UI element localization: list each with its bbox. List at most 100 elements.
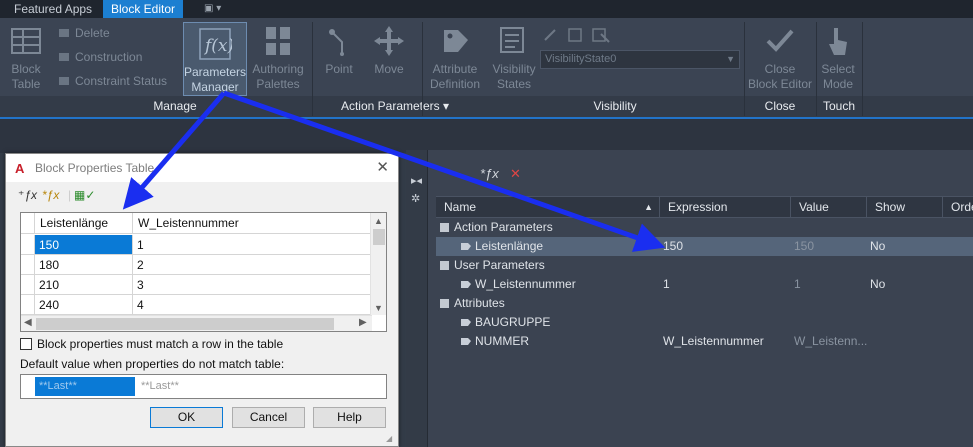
- parameter-row[interactable]: BAUGRUPPE: [436, 313, 973, 332]
- new-user-parameter-icon[interactable]: *ƒx: [480, 166, 499, 181]
- grid-cell[interactable]: 150: [35, 235, 133, 255]
- ok-button[interactable]: OK: [150, 407, 223, 428]
- grid-horizontal-scrollbar[interactable]: ◀ ▶: [21, 315, 372, 331]
- grid-cell[interactable]: 210: [35, 275, 133, 295]
- column-header-name[interactable]: Name ▲: [436, 197, 660, 217]
- pin-icon[interactable]: ▸◂: [411, 174, 422, 187]
- parameter-expression[interactable]: 1: [663, 275, 670, 294]
- add-properties-icon[interactable]: ⁺ƒx: [18, 188, 37, 202]
- cancel-button[interactable]: Cancel: [232, 407, 305, 428]
- move-action-button[interactable]: Move: [368, 20, 410, 96]
- grid-cell[interactable]: 2: [133, 255, 372, 275]
- move-action-icon: [374, 26, 404, 56]
- collapse-minus-icon[interactable]: [440, 299, 449, 308]
- parameter-group-row[interactable]: Action Parameters: [436, 218, 973, 237]
- must-match-label: Block properties must match a row in the…: [37, 337, 284, 351]
- function-fx-icon: f(x): [199, 28, 232, 60]
- select-mode-button[interactable]: Select Mode: [818, 20, 858, 96]
- grid-cell[interactable]: 1: [133, 235, 372, 255]
- collapse-minus-icon[interactable]: [440, 261, 449, 270]
- block-properties-table-dialog: A Block Properties Table ✕ ⁺ƒx *ƒx | ▦✓ …: [5, 153, 399, 447]
- visibility-state-select[interactable]: VisibilityState0 ▼: [540, 50, 740, 69]
- dialog-title: Block Properties Table: [35, 161, 155, 175]
- resize-grip-icon[interactable]: ◢: [386, 434, 396, 444]
- delete-parameter-icon[interactable]: ✕: [510, 166, 521, 182]
- grid-cell[interactable]: 4: [133, 295, 372, 315]
- constraint-status-icon: [59, 77, 69, 85]
- grid-row-header[interactable]: [21, 275, 35, 295]
- parameter-expression[interactable]: W_Leistennummer: [663, 332, 764, 351]
- parameter-row[interactable]: W_Leistennummer 1 1 No: [436, 275, 973, 294]
- help-button[interactable]: Help: [313, 407, 386, 428]
- parameter-group-row[interactable]: User Parameters: [436, 256, 973, 275]
- properties-grid: Leistenlänge W_Leistennummer 150 1 180 2 210…: [20, 212, 387, 332]
- checkbox-box[interactable]: [20, 338, 32, 350]
- block-table-button[interactable]: Block Table: [4, 20, 48, 96]
- grid-vertical-scrollbar[interactable]: ▲ ▼: [370, 213, 386, 315]
- delete-button[interactable]: Delete: [58, 24, 110, 42]
- parameter-group-row[interactable]: Attributes: [436, 294, 973, 313]
- delete-icon: [59, 29, 69, 37]
- attribute-tag-icon: [444, 30, 468, 52]
- parameter-show[interactable]: No: [870, 275, 885, 294]
- grid-row-header[interactable]: [21, 255, 35, 275]
- ribbon-tabstrip: Featured Apps Block Editor ▣ ▾: [0, 0, 973, 18]
- grid-row-header[interactable]: [21, 235, 35, 255]
- grid-cell[interactable]: 3: [133, 275, 372, 295]
- panel-divider: [744, 22, 745, 116]
- grid-row-header[interactable]: [21, 295, 35, 315]
- attribute-definition-button[interactable]: Attribute Definition: [426, 20, 484, 96]
- construction-button[interactable]: Construction: [58, 48, 142, 66]
- action-parameters-group-label[interactable]: Action Parameters ▾: [320, 98, 470, 114]
- parameters-manager-toolbar: *ƒx ✕: [428, 150, 973, 194]
- block-table-icon: [11, 28, 41, 54]
- close-block-editor-label: Close Block Editor: [747, 62, 813, 91]
- audit-table-icon[interactable]: ▦✓: [74, 188, 95, 202]
- parameter-row[interactable]: NUMMER W_Leistennummer W_Leistenn...: [436, 332, 973, 351]
- grid-header: Leistenlänge W_Leistennummer: [21, 213, 372, 234]
- grid-column-w-leistennummer[interactable]: W_Leistennummer: [133, 213, 372, 234]
- tab-workspace-dropdown[interactable]: ▣ ▾: [198, 0, 234, 18]
- authoring-palettes-label: Authoring Palettes: [252, 62, 304, 91]
- column-header-show[interactable]: Show: [867, 197, 943, 217]
- grid-cell[interactable]: 240: [35, 295, 133, 315]
- parameters-table-header: Name▲ Expression Value Show Orde: [436, 196, 973, 218]
- parameter-show[interactable]: No: [870, 237, 885, 256]
- linear-parameter-icon: [461, 243, 471, 250]
- close-group-label: Close: [764, 99, 796, 113]
- collapse-minus-icon[interactable]: [440, 223, 449, 232]
- grid-column-leistenlaenge[interactable]: Leistenlänge: [35, 213, 133, 234]
- tab-block-editor[interactable]: Block Editor: [103, 0, 184, 18]
- panel-divider: [862, 22, 863, 116]
- grid-cell[interactable]: 180: [35, 255, 133, 275]
- authoring-palettes-button[interactable]: Authoring Palettes: [250, 20, 306, 96]
- scroll-thumb[interactable]: [373, 229, 385, 245]
- scroll-thumb[interactable]: [36, 318, 334, 330]
- scroll-left-icon[interactable]: ◀: [24, 317, 32, 328]
- point-parameter-icon: [329, 29, 344, 56]
- default-value-cell[interactable]: **Last**: [35, 377, 135, 396]
- parameter-row[interactable]: Leistenlänge 150 150 No: [436, 237, 973, 256]
- column-header-value[interactable]: Value: [791, 197, 867, 217]
- point-parameter-button[interactable]: Point: [318, 20, 360, 96]
- constraint-status-label: Constraint Status: [75, 74, 168, 88]
- column-header-expression[interactable]: Expression: [660, 197, 791, 217]
- drawing-area-top: [0, 119, 973, 153]
- must-match-checkbox[interactable]: Block properties must match a row in the…: [20, 337, 283, 351]
- default-value-cell[interactable]: **Last**: [137, 377, 337, 396]
- checkmark-icon: [766, 29, 794, 52]
- parameter-expression[interactable]: 150: [663, 237, 683, 256]
- close-icon[interactable]: ✕: [376, 158, 389, 176]
- visibility-states-button[interactable]: Visibility States: [488, 20, 540, 96]
- parameters-manager-button[interactable]: f(x) Parameters Manager: [183, 22, 247, 96]
- constraint-status-button[interactable]: Constraint Status: [58, 72, 167, 90]
- scroll-right-icon[interactable]: ▶: [359, 317, 367, 328]
- close-block-editor-button[interactable]: Close Block Editor: [746, 20, 814, 96]
- column-header-order[interactable]: Orde: [943, 197, 973, 217]
- new-user-parameter-icon[interactable]: *ƒx: [42, 188, 59, 202]
- gear-icon[interactable]: ✲: [411, 192, 420, 205]
- default-values-row: **Last** **Last**: [20, 374, 387, 399]
- scroll-down-icon[interactable]: ▼: [374, 303, 383, 313]
- scroll-up-icon[interactable]: ▲: [374, 216, 383, 226]
- tab-featured-apps[interactable]: Featured Apps: [8, 0, 98, 18]
